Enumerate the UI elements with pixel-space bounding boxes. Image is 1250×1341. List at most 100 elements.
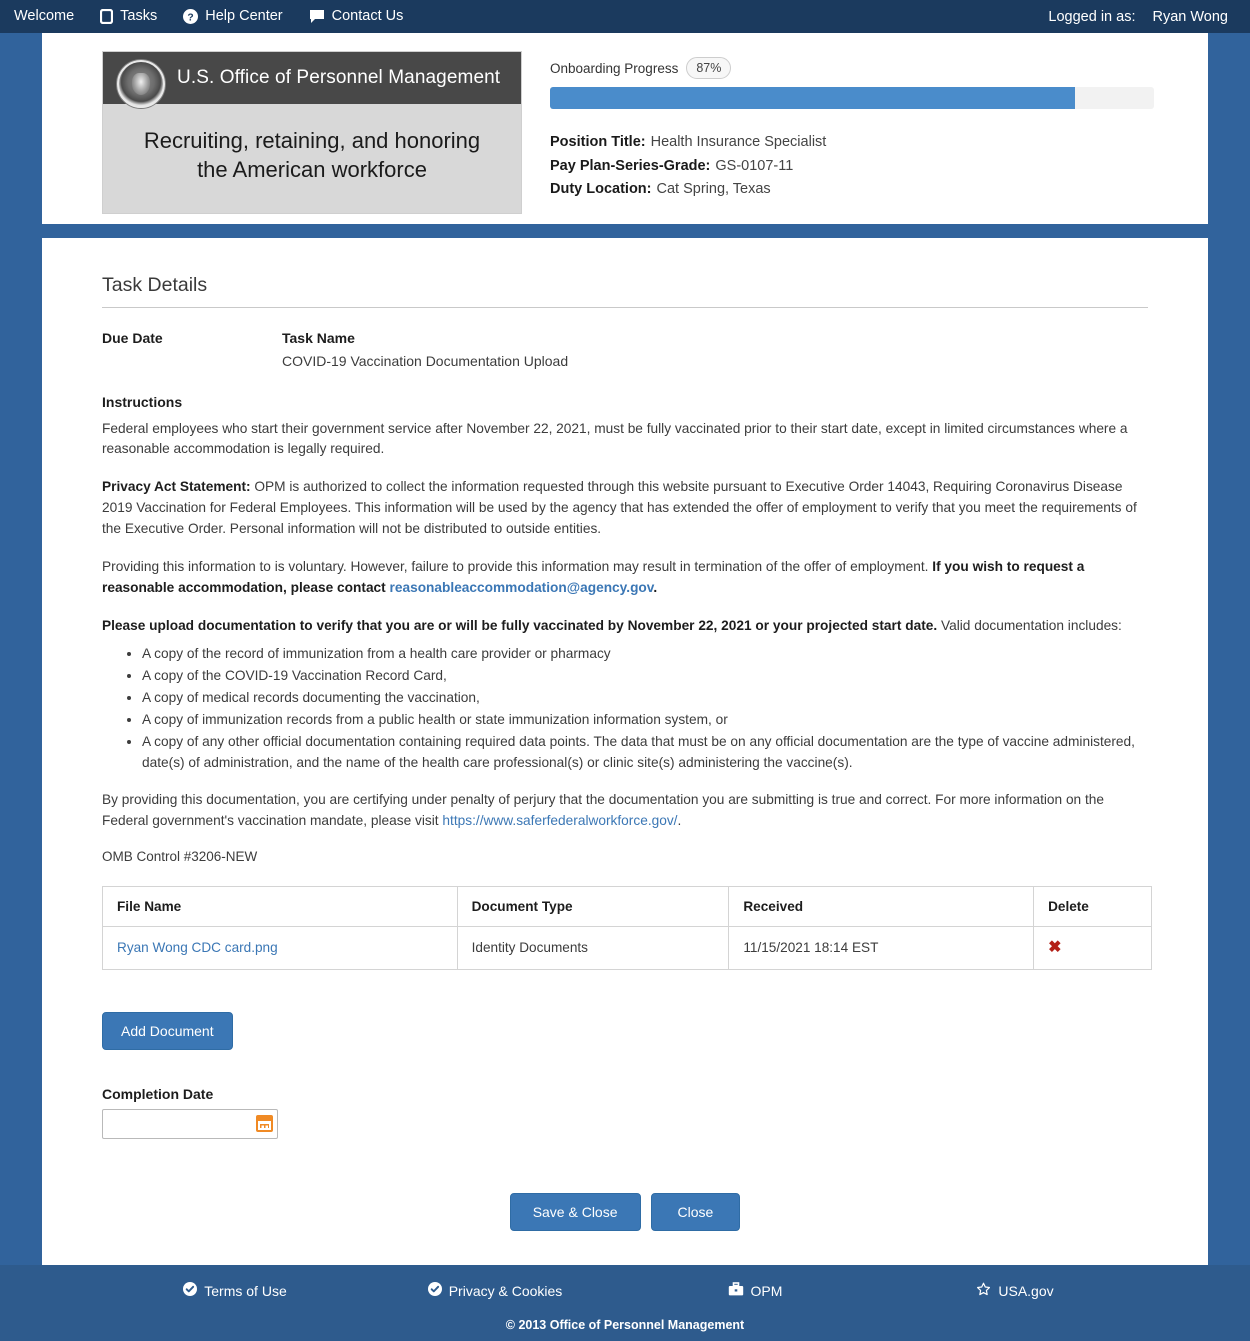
nav-item-help-center[interactable]: ? Help Center xyxy=(183,8,283,25)
square-outline-icon xyxy=(100,9,114,24)
agency-tagline: Recruiting, retaining, and honoring the … xyxy=(103,104,521,213)
cell-received: 11/15/2021 18:14 EST xyxy=(728,925,1035,970)
agency-tagline-line1: Recruiting, retaining, and honoring xyxy=(143,128,481,153)
onboarding-progress-badge: 87% xyxy=(686,57,732,80)
certification-paragraph: By providing this documentation, you are… xyxy=(102,790,1148,832)
footer-link-privacy-cookies-label: Privacy & Cookies xyxy=(448,1282,563,1299)
column-header-document-type: Document Type xyxy=(456,885,730,927)
pay-plan-value: GS-0107-11 xyxy=(715,157,794,174)
footer-link-privacy-cookies[interactable]: Privacy & Cookies xyxy=(365,1282,625,1300)
title-divider xyxy=(102,306,1148,308)
footer-link-terms-of-use[interactable]: Terms of Use xyxy=(105,1282,365,1300)
svg-text:?: ? xyxy=(188,13,194,24)
footer-link-usa-gov-label: USA.gov xyxy=(998,1282,1054,1299)
pay-plan-row: Pay Plan-Series-Grade: GS-0107-11 xyxy=(550,155,1208,178)
cell-delete: ✖ xyxy=(1033,925,1152,970)
opm-logo-bar: U.S. Office of Personnel Management xyxy=(103,52,521,108)
valid-documentation-item: A copy of the COVID-19 Vaccination Recor… xyxy=(142,666,1148,687)
page-container: U.S. Office of Personnel Management Recr… xyxy=(0,33,1250,224)
voluntary-paragraph: Providing this information to is volunta… xyxy=(102,557,1148,599)
calendar-icon[interactable] xyxy=(256,1115,273,1133)
logged-in-label: Logged in as: xyxy=(1048,8,1136,25)
close-button[interactable]: Close xyxy=(650,1192,741,1231)
column-header-file-name: File Name xyxy=(102,885,458,927)
onboarding-progress-header: Onboarding Progress 87% xyxy=(550,57,1208,80)
valid-documentation-list: A copy of the record of immunization fro… xyxy=(102,644,1148,774)
onboarding-progress-label: Onboarding Progress xyxy=(550,60,679,76)
briefcase-icon xyxy=(728,1281,744,1300)
table-row: Ryan Wong CDC card.png Identity Documents… xyxy=(102,925,1152,970)
opm-seal-icon xyxy=(117,60,165,108)
page-footer: Terms of Use Privacy & Cookies OPM USA.g… xyxy=(0,1264,1250,1341)
duty-location-row: Duty Location: Cat Spring, Texas xyxy=(550,178,1208,201)
task-name-value: COVID-19 Vaccination Documentation Uploa… xyxy=(282,352,569,369)
nav-item-contact-us[interactable]: Contact Us xyxy=(309,9,403,24)
add-document-row: Add Document xyxy=(102,970,1148,1050)
due-date-label: Due Date xyxy=(102,329,163,346)
card-separator xyxy=(0,223,1250,238)
upload-instructions-bold: Please upload documentation to verify th… xyxy=(102,618,938,634)
page-title: Task Details xyxy=(102,273,208,296)
file-name-link[interactable]: Ryan Wong CDC card.png xyxy=(117,940,278,955)
instructions-label: Instructions xyxy=(102,393,183,410)
footer-link-usa-gov[interactable]: USA.gov xyxy=(885,1282,1145,1300)
task-details-card: Task Details Due Date Task Name COVID-19… xyxy=(42,237,1208,1265)
task-meta-row: Due Date Task Name COVID-19 Vaccination … xyxy=(102,330,1148,370)
completion-date-field[interactable] xyxy=(102,1108,278,1139)
opm-branding-block: U.S. Office of Personnel Management Recr… xyxy=(102,51,522,214)
save-and-close-button[interactable]: Save & Close xyxy=(509,1192,641,1231)
star-icon xyxy=(976,1282,991,1300)
question-circle-icon: ? xyxy=(183,9,199,24)
position-title-row: Position Title: Health Insurance Speciali… xyxy=(550,131,1208,154)
cell-file-name: Ryan Wong CDC card.png xyxy=(102,925,458,970)
agency-tagline-line2: the American workforce xyxy=(197,157,427,183)
table-header-row: File Name Document Type Received Delete xyxy=(102,885,1152,927)
voluntary-text: Providing this information to is volunta… xyxy=(102,559,933,575)
nav-item-tasks-label: Tasks xyxy=(120,8,158,25)
cell-document-type: Identity Documents xyxy=(456,925,730,970)
omb-control-number: OMB Control #3206-NEW xyxy=(102,848,258,864)
accommodation-email-link[interactable]: reasonableaccommodation@agency.gov xyxy=(390,580,654,595)
documents-table-body: Ryan Wong CDC card.png Identity Documents… xyxy=(102,925,1152,970)
privacy-act-paragraph: Privacy Act Statement: OPM is authorized… xyxy=(102,477,1148,540)
footer-links: Terms of Use Privacy & Cookies OPM USA.g… xyxy=(0,1281,1250,1300)
task-name-field: Task Name COVID-19 Vaccination Documenta… xyxy=(282,330,568,370)
form-action-buttons: Save & Close Close xyxy=(102,1192,1148,1231)
onboarding-progress-bar xyxy=(550,87,1154,110)
valid-documentation-item: A copy of any other official documentati… xyxy=(142,732,1148,774)
top-nav-links: Welcome Tasks ? Help Center Contact Us xyxy=(14,9,403,24)
due-date-value xyxy=(102,353,282,370)
completion-date-label: Completion Date xyxy=(102,1085,214,1102)
duty-location-label: Duty Location: xyxy=(550,181,652,198)
onboarding-progress-bar-fill xyxy=(550,87,1076,110)
position-title-value: Health Insurance Specialist xyxy=(650,134,827,151)
footer-link-opm[interactable]: OPM xyxy=(625,1281,885,1300)
nav-item-welcome-label: Welcome xyxy=(14,8,75,25)
position-summary: Position Title: Health Insurance Speciali… xyxy=(550,131,1208,201)
nav-item-welcome[interactable]: Welcome xyxy=(14,9,74,24)
comment-icon xyxy=(309,9,325,24)
upload-instructions-rest: Valid documentation includes: xyxy=(937,618,1122,634)
delete-x-icon[interactable]: ✖ xyxy=(1048,939,1061,956)
upload-instructions-paragraph: Please upload documentation to verify th… xyxy=(102,616,1148,637)
footer-link-opm-label: OPM xyxy=(750,1282,783,1299)
onboarding-info-block: Onboarding Progress 87% Position Title: H… xyxy=(550,51,1208,202)
due-date-field: Due Date xyxy=(102,330,282,370)
privacy-act-label: Privacy Act Statement: xyxy=(102,479,251,495)
valid-documentation-item: A copy of the record of immunization fro… xyxy=(142,644,1148,665)
safer-federal-workforce-link[interactable]: https://www.saferfederalworkforce.gov/ xyxy=(442,813,677,828)
logged-in-user-name[interactable]: Ryan Wong xyxy=(1153,9,1229,25)
completion-date-input[interactable] xyxy=(109,1115,256,1133)
footer-link-terms-of-use-label: Terms of Use xyxy=(204,1282,287,1299)
nav-item-help-center-label: Help Center xyxy=(205,8,283,25)
nav-item-tasks[interactable]: Tasks xyxy=(100,9,157,24)
logged-in-status: Logged in as: Ryan Wong xyxy=(1048,9,1236,25)
task-name-label: Task Name xyxy=(282,329,355,346)
position-title-label: Position Title: xyxy=(550,134,646,151)
documents-table: File Name Document Type Received Delete … xyxy=(102,885,1152,970)
privacy-act-text: OPM is authorized to collect the informa… xyxy=(102,479,1137,537)
valid-documentation-item: A copy of medical records documenting th… xyxy=(142,688,1148,709)
header-card: U.S. Office of Personnel Management Recr… xyxy=(42,33,1208,224)
add-document-button[interactable]: Add Document xyxy=(102,1011,233,1050)
top-navigation-bar: Welcome Tasks ? Help Center Contact Us L… xyxy=(0,0,1250,33)
